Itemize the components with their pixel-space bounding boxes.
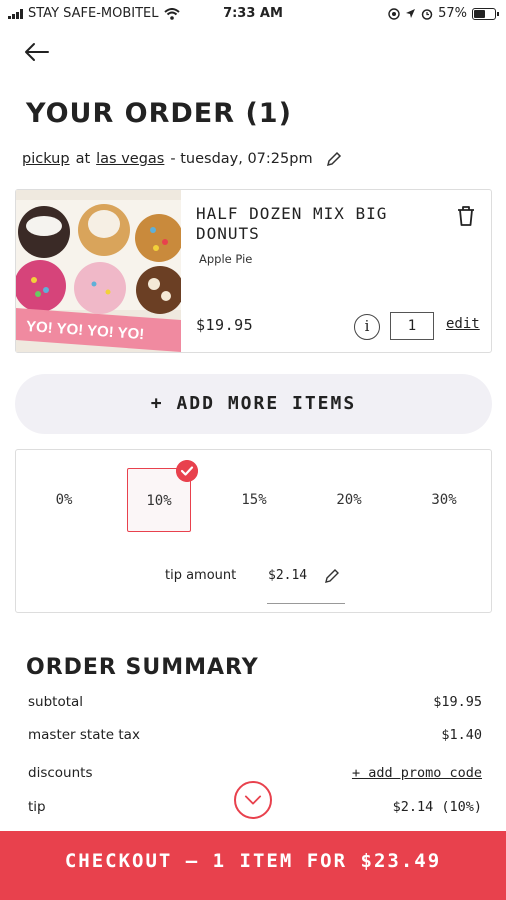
battery-icon — [472, 7, 499, 20]
trash-icon[interactable] — [455, 204, 477, 228]
item-price: $19.95 — [196, 316, 254, 334]
tip-amount-label: tip amount — [165, 568, 237, 583]
summary-value: $1.40 — [441, 727, 482, 743]
meta-at: at — [75, 151, 91, 167]
tip-amount-value[interactable]: $2.14 — [268, 568, 307, 583]
checkout-button[interactable]: CHECKOUT — 1 ITEM FOR $23.49 — [0, 831, 506, 900]
item-image: YO! YO! YO! YO! — [16, 190, 181, 352]
summary-label: master state tax — [28, 727, 140, 743]
item-flavor: Apple Pie — [199, 252, 253, 266]
summary-label: discounts — [28, 765, 93, 781]
tip-option-label: 10% — [146, 493, 172, 509]
summary-label: tip — [28, 799, 46, 815]
chevron-down-icon[interactable] — [234, 781, 272, 819]
add-promo-code-link[interactable]: + add promo code — [352, 765, 482, 781]
summary-value: $2.14 (10%) — [392, 799, 482, 815]
tip-selector: 0% 10% 15% 20% 30% tip amount $2.14 — [15, 449, 492, 613]
pencil-icon[interactable] — [325, 150, 343, 168]
location-link[interactable]: las vegas — [96, 151, 164, 167]
tip-option-0[interactable]: 0% — [32, 468, 96, 532]
lock-rotation-icon — [388, 7, 400, 20]
item-name: HALF DOZEN MIX BIG DONUTS — [196, 204, 388, 243]
pencil-icon[interactable] — [324, 568, 340, 584]
info-icon[interactable]: i — [354, 314, 380, 340]
battery-percent: 57% — [438, 6, 467, 21]
tip-option-15[interactable]: 15% — [222, 468, 286, 532]
alarm-icon — [421, 8, 433, 20]
tip-option-10[interactable]: 10% — [127, 460, 198, 532]
check-icon — [176, 460, 198, 482]
edit-item-link[interactable]: edit — [446, 316, 480, 332]
back-arrow-icon[interactable] — [22, 38, 52, 66]
order-meta: pickup at las vegas - tuesday, 07:25pm — [22, 150, 343, 168]
tip-option-30[interactable]: 30% — [412, 468, 476, 532]
location-icon — [406, 9, 416, 18]
pickup-time: - tuesday, 07:25pm — [170, 151, 313, 167]
order-summary-title: ORDER SUMMARY — [26, 655, 259, 680]
cart-item-card: YO! YO! YO! YO! HALF DOZEN MIX BIG DONUT… — [15, 189, 492, 353]
tip-amount-underline — [267, 603, 345, 604]
tip-option-20[interactable]: 20% — [317, 468, 381, 532]
summary-value: $19.95 — [433, 694, 482, 710]
status-bar: STAY SAFE-MOBITEL 7:33 AM 57% — [0, 0, 506, 28]
summary-row-subtotal: subtotal $19.95 — [28, 694, 482, 710]
summary-row-tax: master state tax $1.40 — [28, 727, 482, 743]
pickup-link[interactable]: pickup — [22, 151, 70, 167]
quantity-field[interactable]: 1 — [390, 312, 434, 340]
summary-row-discounts: discounts + add promo code — [28, 765, 482, 781]
summary-label: subtotal — [28, 694, 84, 710]
status-right: 57% — [388, 6, 499, 21]
add-more-items-button[interactable]: + ADD MORE ITEMS — [15, 374, 492, 434]
page-title: YOUR ORDER (1) — [26, 98, 292, 129]
